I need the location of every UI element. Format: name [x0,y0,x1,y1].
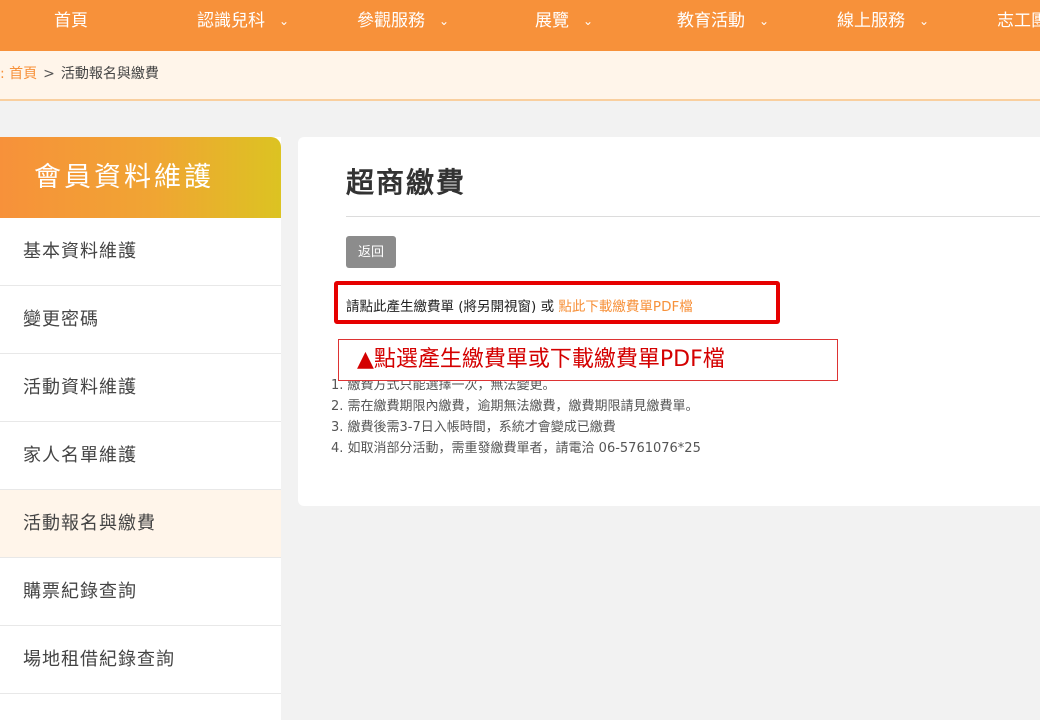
nav-item-online[interactable]: 線上服務 ⌄ [837,0,929,43]
chevron-down-icon: ⌄ [759,14,770,28]
breadcrumb-separator: > [43,66,55,82]
nav-item-label: 首頁 [54,11,88,31]
sidebar-item-change-password[interactable]: 變更密碼 [0,286,281,354]
nav-item-label: 展覽 [535,11,569,31]
chevron-down-icon: ⌄ [583,14,594,28]
payment-instruction: 請點此產生繳費單 (將另開視窗) 或 點此下載繳費單PDF檔 [346,295,693,315]
nav-item-visit[interactable]: 參觀服務 ⌄ [357,0,449,43]
annotation-callout: ▲點選產生繳費單或下載繳費單PDF檔 [338,339,838,381]
breadcrumb-current: 活動報名與繳費 [60,66,159,82]
breadcrumb-home-link[interactable]: 首頁 [9,66,37,82]
chevron-down-icon: ⌄ [919,14,930,28]
back-button[interactable]: 返回 [346,236,396,268]
sidebar-item-venue-rental-records[interactable]: 場地租借紀錄查詢 [0,626,281,694]
nav-item-label: 參觀服務 [357,11,425,31]
nav-item-label: 線上服務 [837,11,905,31]
sidebar-title: 會員資料維護 [0,137,281,218]
nav-item-exhibition[interactable]: 展覽 ⌄ [535,0,593,43]
breadcrumb: : 首頁 > 活動報名與繳費 [0,51,1040,101]
nav-item-label: 志工團 [997,11,1040,31]
list-item: 2. 需在繳費期限內繳費，逾期無法繳費，繳費期限請見繳費單。 [331,399,699,414]
sidebar-item-registration-payment[interactable]: 活動報名與繳費 [0,490,281,558]
download-pdf-link[interactable]: 點此下載繳費單PDF檔 [558,299,692,315]
nav-item-home[interactable]: 首頁 [54,0,88,43]
list-item: 4. 如取消部分活動，需重發繳費單者，請電洽 06-5761076*25 [331,441,701,456]
nav-item-education[interactable]: 教育活動 ⌄ [677,0,769,43]
title-divider [346,216,1040,217]
nav-item-volunteer[interactable]: 志工團 [997,0,1040,43]
nav-item-label: 認識兒科 [197,11,265,31]
payment-notes: 1. 繳費方式只能選擇一次，無法變更。 2. 需在繳費期限內繳費，逾期無法繳費，… [331,375,701,459]
top-navigation: 首頁 認識兒科 ⌄ 參觀服務 ⌄ 展覽 ⌄ 教育活動 ⌄ 線上服務 ⌄ 志工團 [0,0,1040,51]
sidebar-item-profile[interactable]: 基本資料維護 [0,218,281,286]
sidebar-item-family-list[interactable]: 家人名單維護 [0,422,281,490]
main-panel: 超商繳費 返回 請點此產生繳費單 (將另開視窗) 或 點此下載繳費單PDF檔 1… [298,137,1040,506]
list-item: 3. 繳費後需3-7日入帳時間，系統才會變成已繳費 [331,420,616,435]
chevron-down-icon: ⌄ [439,14,450,28]
generate-slip-link[interactable]: 請點此產生繳費單 (將另開視窗) 或 [346,299,554,315]
sidebar-item-ticket-records[interactable]: 購票紀錄查詢 [0,558,281,626]
sidebar-item-activity-data[interactable]: 活動資料維護 [0,354,281,422]
nav-item-about[interactable]: 認識兒科 ⌄ [197,0,289,43]
breadcrumb-prefix: : [0,66,5,82]
chevron-down-icon: ⌄ [279,14,290,28]
sidebar: 會員資料維護 基本資料維護 變更密碼 活動資料維護 家人名單維護 活動報名與繳費… [0,137,281,720]
page-title: 超商繳費 [346,166,467,199]
nav-item-label: 教育活動 [677,11,745,31]
